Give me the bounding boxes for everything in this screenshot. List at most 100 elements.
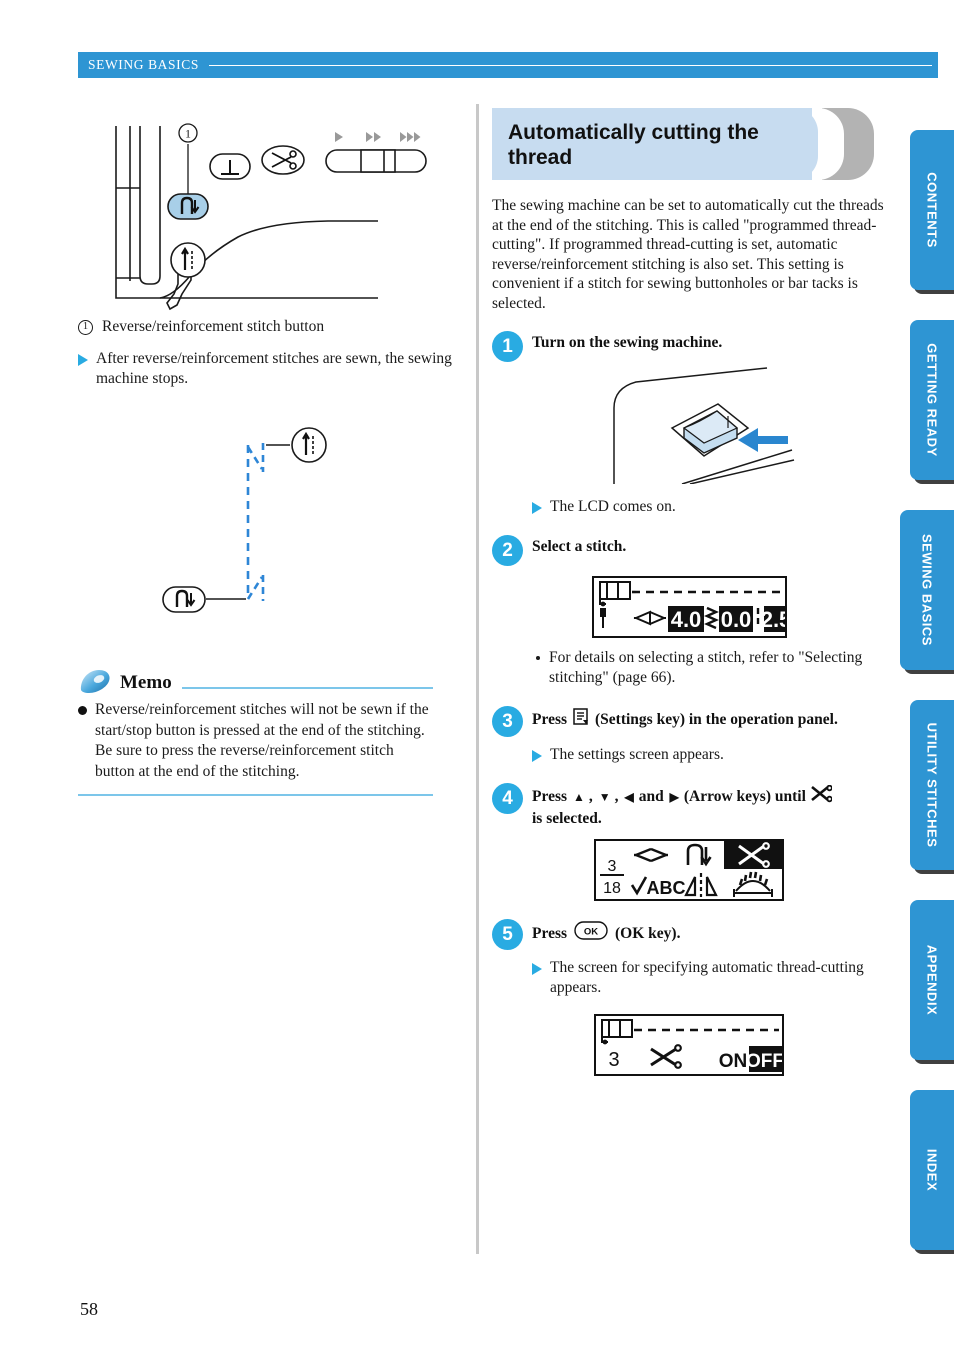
result-text: After reverse/reinforcement stitches are… xyxy=(96,350,452,387)
section-tabs: CONTENTS GETTING READY SEWING BASICS UTI… xyxy=(898,0,954,1348)
left-column: 1 1 Reverse/reinforcement stitch button … xyxy=(78,108,458,796)
lcd-settings-screen: 3 18 ABC xyxy=(594,839,784,901)
reverse-reinforcement-stitch-button-icon xyxy=(167,193,209,220)
lcd-stitch-width-value: 4.0 xyxy=(670,607,701,632)
machine-panel-illustration: 1 xyxy=(78,108,458,313)
result-row: After reverse/reinforcement stitches are… xyxy=(78,349,458,389)
step-5-result-row: The screen for specifying automatic thre… xyxy=(532,958,886,998)
thread-cutter-button-icon xyxy=(261,145,305,175)
step-3: 3 Press (Settings key) in the operation … xyxy=(492,706,886,737)
needle-position-button-icon xyxy=(209,153,251,180)
step-3-title: Press (Settings key) in the operation pa… xyxy=(532,708,886,731)
lcd-settings-screen-wrap: 3 18 ABC xyxy=(492,839,886,901)
step-1: 1 Turn on the sewing machine. xyxy=(492,331,886,362)
step-3-title-part1: Press xyxy=(532,710,568,728)
lcd-thread-cut-screen-wrap: 3 ON OFF xyxy=(492,1014,886,1076)
lcd-stitch-position-value: 0.0 xyxy=(720,607,751,632)
sidebar-item-appendix[interactable]: APPENDIX xyxy=(910,900,954,1060)
triangle-bullet-icon xyxy=(532,750,542,762)
memo-item: Reverse/reinforcement stitches will not … xyxy=(78,700,433,782)
memo-icon xyxy=(78,668,112,694)
column-divider xyxy=(476,104,479,1254)
buttonhole-icon xyxy=(684,873,718,897)
step-5-title-part2: (OK key). xyxy=(615,924,681,942)
sidebar-item-getting-ready[interactable]: GETTING READY xyxy=(910,320,954,480)
step-2-note-row: For details on selecting a stitch, refer… xyxy=(536,648,886,688)
step-3-title-part2: (Settings key) in the operation panel. xyxy=(595,710,838,728)
ok-key-icon: OK xyxy=(574,921,608,946)
lcd-stitch-length-value: 2.5 xyxy=(760,607,784,632)
lcd-stitch-number: 3 xyxy=(608,1049,619,1071)
lcd-page-top: 3 xyxy=(608,858,617,875)
sidebar-item-contents[interactable]: CONTENTS xyxy=(910,130,954,290)
memo-item-text: Reverse/reinforcement stitches will not … xyxy=(95,701,429,780)
memo-footer-rule xyxy=(78,794,433,796)
feed-dog-icon xyxy=(733,871,773,897)
settings-key-icon xyxy=(573,708,589,731)
memo-bullet-icon xyxy=(78,706,87,715)
step-4-title-part3: is selected. xyxy=(532,810,602,827)
sidebar-item-utility-stitches[interactable]: UTILITY STITCHES xyxy=(910,700,954,870)
figure-caption-row: 1 Reverse/reinforcement stitch button xyxy=(78,317,458,337)
step-5-badge: 5 xyxy=(492,919,523,950)
step-2-badge: 2 xyxy=(492,535,523,566)
bullet-dot-icon xyxy=(536,656,540,660)
svg-text:ABC: ABC xyxy=(647,878,686,898)
step-1-result-text: The LCD comes on. xyxy=(550,498,676,515)
triangle-bullet-icon xyxy=(532,963,542,975)
running-header: SEWING BASICS xyxy=(78,52,938,78)
tab-label-sewing-basics: SEWING BASICS xyxy=(919,534,935,646)
tab-label-appendix: APPENDIX xyxy=(924,944,940,1016)
figure-caption-text: Reverse/reinforcement stitch button xyxy=(102,318,325,335)
step-3-badge: 3 xyxy=(492,706,523,737)
step-1-badge: 1 xyxy=(492,331,523,362)
step-5: 5 Press OK (OK key). xyxy=(492,919,886,950)
step-3-result-text: The settings screen appears. xyxy=(550,746,724,763)
reverse-reinforcement-stitch-button-icon-2 xyxy=(162,586,206,613)
memo-box: Memo Reverse/reinforcement stitches will… xyxy=(78,664,433,796)
thread-tension-icon xyxy=(634,847,668,863)
pointer-arrow-icon xyxy=(738,428,788,452)
svg-text:OK: OK xyxy=(584,927,598,938)
power-switch-illustration xyxy=(532,366,886,489)
memo-title: Memo xyxy=(120,672,172,693)
arrow-left-icon: ◀ xyxy=(624,790,634,804)
stitch-path-diagram xyxy=(78,417,458,632)
memo-rule xyxy=(181,687,433,689)
sidebar-item-index[interactable]: INDEX xyxy=(910,1090,954,1250)
tab-label-contents: CONTENTS xyxy=(924,172,940,248)
sidebar-item-sewing-basics[interactable]: SEWING BASICS xyxy=(900,510,954,670)
step-4-title-part1: Press xyxy=(532,788,568,805)
step-2: 2 Select a stitch. xyxy=(492,535,886,566)
step-4: 4 Press ▲, ▼, ◀ and ▶ (Arrow keys) until… xyxy=(492,783,886,829)
step-4-title: Press ▲, ▼, ◀ and ▶ (Arrow keys) until i… xyxy=(532,784,886,829)
step-5-title-part1: Press xyxy=(532,924,568,942)
step-2-note-text: For details on selecting a stitch, refer… xyxy=(549,649,863,686)
stitch-position-icon xyxy=(703,606,719,630)
triangle-bullet-icon xyxy=(78,354,88,366)
abc-font-icon: ABC xyxy=(630,876,686,898)
section-title-block: Automatically cutting the thread xyxy=(492,108,886,180)
intro-paragraph: The sewing machine can be set to automat… xyxy=(492,197,884,312)
lcd-option-off: OFF xyxy=(746,1051,782,1072)
tab-label-utility-stitches: UTILITY STITCHES xyxy=(924,722,940,848)
step-1-title: Turn on the sewing machine. xyxy=(532,334,723,351)
arrow-right-icon: ▶ xyxy=(669,790,679,804)
page-number: 58 xyxy=(80,1299,98,1319)
step-5-result-text: The screen for specifying automatic thre… xyxy=(550,959,864,996)
step-5-title: Press OK (OK key). xyxy=(532,921,886,946)
thread-cutter-icon xyxy=(810,784,833,809)
svg-text:1: 1 xyxy=(185,127,191,141)
lcd-option-on: ON xyxy=(719,1051,748,1072)
lcd-thread-cut-screen: 3 ON OFF xyxy=(594,1014,784,1076)
step-4-badge: 4 xyxy=(492,783,523,814)
arrow-up-icon: ▲ xyxy=(573,790,585,804)
running-header-title: SEWING BASICS xyxy=(88,57,199,72)
needle-icon xyxy=(599,608,606,628)
presser-foot-icon xyxy=(601,1019,633,1043)
stitch-width-icon xyxy=(632,610,666,626)
lcd-stitch-screen-wrap: 4.0 0.0 2.5 xyxy=(492,576,886,638)
needle-up-down-button-icon xyxy=(170,242,206,278)
step-4-title-part2: (Arrow keys) until xyxy=(683,788,806,805)
start-stop-button-icon xyxy=(291,427,327,463)
